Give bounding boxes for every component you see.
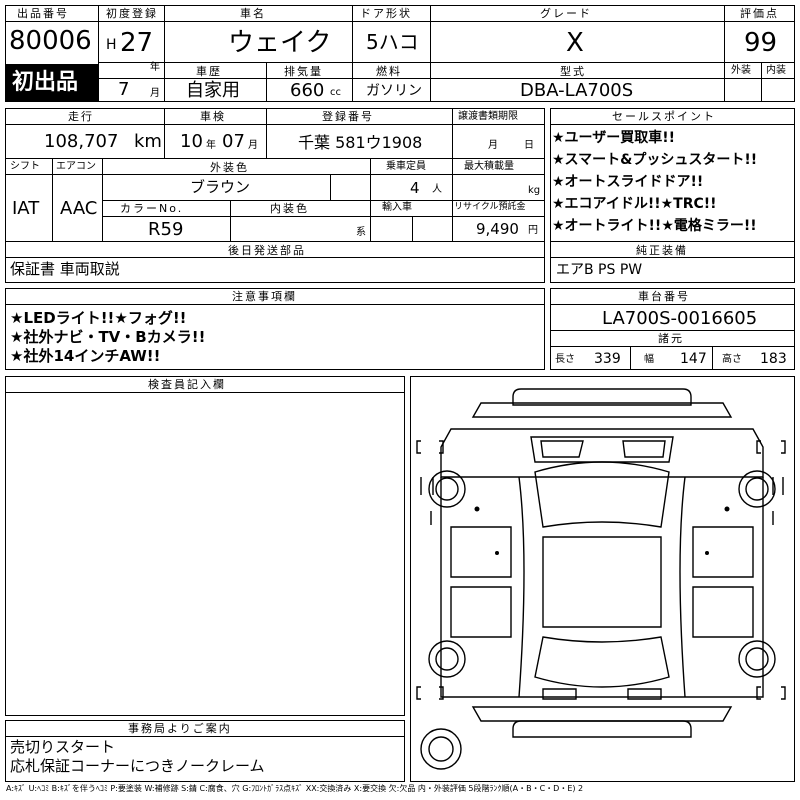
history-label: 車歴 xyxy=(196,65,222,78)
displacement-label: 排気量 xyxy=(284,65,323,78)
fuel-label: 燃料 xyxy=(376,65,402,78)
model-label: 型式 xyxy=(560,65,586,78)
registration-era: H xyxy=(106,37,117,53)
recycle-unit: 円 xyxy=(528,225,538,236)
displacement-unit: cc xyxy=(330,87,341,98)
registration-label: 初度登録 xyxy=(106,7,158,20)
fuel: ガソリン xyxy=(366,83,422,99)
width-label: 幅 xyxy=(644,354,654,365)
capacity: 4 xyxy=(410,179,420,197)
plate: 千葉 581ウ1908 xyxy=(298,133,423,152)
recycle-label: リサイクル預託金 xyxy=(454,202,526,212)
sales-point: ★オートスライドドア!! xyxy=(552,174,704,190)
note-line: ★社外ナビ・TV・Bカメラ!! xyxy=(10,328,206,346)
chassis: LA700S-0016605 xyxy=(602,308,758,329)
sales-point: ★スマート&プッシュスタート!! xyxy=(552,152,758,168)
later-parts-label: 後日発送部品 xyxy=(228,244,306,257)
registration-year: 27 xyxy=(120,28,154,58)
int-color-unit: 系 xyxy=(356,227,366,238)
ext-color: ブラウン xyxy=(190,178,251,196)
month-unit: 月 xyxy=(150,88,160,99)
color-no: R59 xyxy=(148,219,184,240)
interior-label: 内装 xyxy=(766,65,786,76)
sales-point: ★ユーザー買取車!! xyxy=(552,130,676,146)
equipment-label: 純正装備 xyxy=(636,244,688,257)
legend-text: A:ｷｽﾞ U:ﾍｺﾐ B:ｷｽﾞを伴うﾍｺﾐ P:要塗装 W:補修跡 S:錆 … xyxy=(6,784,584,793)
note-line: ★LEDライト!!★フォグ!! xyxy=(10,309,187,327)
car-diagram-frame xyxy=(410,376,795,782)
sales-point: ★オートライト!!★電格ミラー!! xyxy=(552,218,757,234)
score-label: 評価点 xyxy=(740,7,779,20)
grade-label: グレード xyxy=(540,7,592,20)
grade: X xyxy=(566,28,584,58)
mileage: 108,707 xyxy=(44,131,119,152)
transfer-label: 譲渡書類期限 xyxy=(458,111,518,122)
score: 99 xyxy=(744,28,778,58)
width: 147 xyxy=(680,351,707,367)
transfer-month-unit: 月 xyxy=(488,140,498,151)
ac: AAC xyxy=(60,198,98,219)
first-listing-text: 初出品 xyxy=(12,70,79,95)
length: 339 xyxy=(594,351,621,367)
later-parts: 保証書 車両取説 xyxy=(10,260,120,278)
door-label: ドア形状 xyxy=(360,7,412,20)
height-label: 高さ xyxy=(722,354,742,365)
registration-month: 7 xyxy=(118,79,130,100)
import-label: 輸入車 xyxy=(382,202,412,213)
ext-color-label: 外装色 xyxy=(210,161,249,174)
mileage-label: 走行 xyxy=(68,110,94,123)
year-unit: 年 xyxy=(150,62,160,73)
dims-label: 諸元 xyxy=(658,332,684,345)
chassis-label: 車台番号 xyxy=(638,290,690,303)
first-listing-badge: 初出品 xyxy=(6,65,98,101)
equipment: エアB PS PW xyxy=(556,262,643,278)
inspection-year: 10 xyxy=(180,131,203,152)
model: DBA-LA700S xyxy=(520,80,634,101)
sales-point: ★エコアイドル!!★TRC!! xyxy=(552,196,717,212)
lot-number: 80006 xyxy=(9,26,92,56)
inspection-month-unit: 月 xyxy=(248,140,258,151)
door-type: 5ハコ xyxy=(366,30,419,54)
office-label: 事務局よりご案内 xyxy=(128,722,232,735)
inspector-label: 検査員記入欄 xyxy=(148,378,226,391)
notes-label: 注意事項欄 xyxy=(232,290,297,303)
transfer-day-unit: 日 xyxy=(524,140,534,151)
office-line: 応札保証コーナーにつきノークレーム xyxy=(10,757,265,775)
office-line: 売切りスタート xyxy=(10,738,116,756)
inspection-label: 車検 xyxy=(200,110,226,123)
inspection-month: 07 xyxy=(222,131,245,152)
car-name: ウェイク xyxy=(228,28,332,58)
car-diagram-icon xyxy=(416,388,786,770)
note-line: ★社外14インチAW!! xyxy=(10,347,161,365)
shift: IAT xyxy=(12,198,40,219)
displacement: 660 xyxy=(290,80,325,101)
recycle: 9,490 xyxy=(476,220,519,238)
shift-label: シフト xyxy=(10,161,40,172)
height: 183 xyxy=(760,351,787,367)
plate-label: 登録番号 xyxy=(322,110,374,123)
exterior-label: 外装 xyxy=(731,65,751,76)
capacity-label: 乗車定員 xyxy=(386,161,426,172)
length-label: 長さ xyxy=(555,354,575,365)
capacity-unit: 人 xyxy=(432,184,442,195)
lot-label: 出品番号 xyxy=(17,7,69,20)
sales-label: セールスポイント xyxy=(612,110,716,123)
inspection-year-unit: 年 xyxy=(206,140,216,151)
int-color-label: 内装色 xyxy=(270,202,309,215)
mileage-unit: km xyxy=(134,131,162,152)
load-unit: kg xyxy=(528,185,541,196)
ac-label: エアコン xyxy=(56,161,96,172)
car-name-label: 車名 xyxy=(240,7,266,20)
load-label: 最大積載量 xyxy=(464,161,514,172)
inspector-frame xyxy=(5,376,405,716)
history: 自家用 xyxy=(186,80,240,101)
color-no-label: カラーNo. xyxy=(120,202,184,215)
